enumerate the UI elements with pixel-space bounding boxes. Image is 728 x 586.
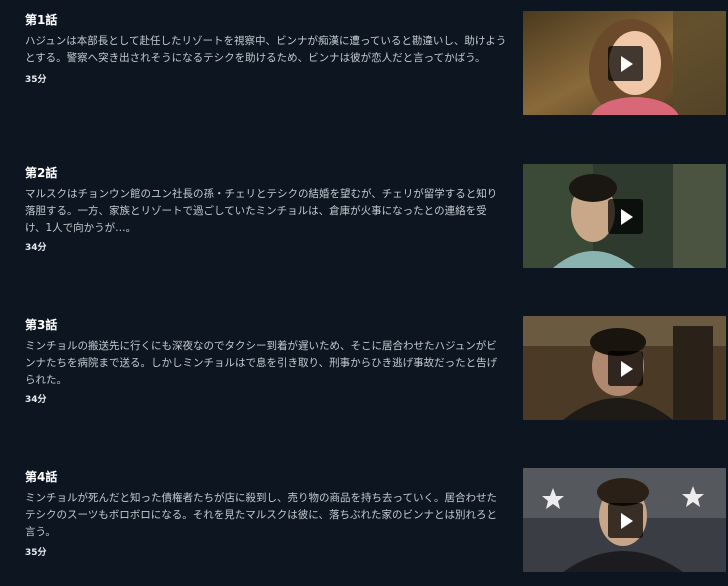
play-icon <box>620 360 633 377</box>
play-icon <box>620 208 633 225</box>
episode-thumbnail[interactable] <box>523 468 726 572</box>
episode-4: 第4話 ミンチョルが死んだと知った債権者たちが店に殺到し、売り物の商品を持ち去っ… <box>0 468 728 572</box>
episode-duration: 35分 <box>25 548 47 558</box>
episode-duration: 34分 <box>25 395 47 405</box>
play-button[interactable] <box>607 46 643 81</box>
play-button[interactable] <box>607 199 643 234</box>
episode-thumbnail[interactable] <box>523 164 726 268</box>
play-button[interactable] <box>607 351 643 386</box>
episode-title[interactable]: 第1話 <box>25 13 57 27</box>
episode-description: ミンチョルが死んだと知った債権者たちが店に殺到し、売り物の商品を持ち去っていく。… <box>25 492 497 538</box>
episode-duration: 34分 <box>25 243 47 253</box>
episode-title[interactable]: 第4話 <box>25 470 57 484</box>
episode-2: 第2話 マルスクはチョンウン館のユン社長の孫・チェリとテシクの結婚を望むが、チェ… <box>0 164 728 268</box>
episode-description: ハジュンは本部長として赴任したリゾートを視察中、ビンナが痴漢に遭っていると勘違い… <box>25 35 507 64</box>
episode-3: 第3話 ミンチョルの搬送先に行くにも深夜なのでタクシー到着が遅いため、そこに居合… <box>0 316 728 420</box>
episode-thumbnail[interactable] <box>523 11 726 115</box>
episode-title[interactable]: 第3話 <box>25 318 57 332</box>
episode-1: 第1話 ハジュンは本部長として赴任したリゾートを視察中、ビンナが痴漢に遭っている… <box>0 11 728 115</box>
episode-description: ミンチョルの搬送先に行くにも深夜なのでタクシー到着が遅いため、そこに居合わせたハ… <box>25 340 498 386</box>
episode-thumbnail[interactable] <box>523 316 726 420</box>
play-button[interactable] <box>607 503 643 538</box>
episode-duration: 35分 <box>25 75 47 85</box>
episode-title[interactable]: 第2話 <box>25 166 57 180</box>
episode-description: マルスクはチョンウン館のユン社長の孫・チェリとテシクの結婚を望むが、チェリが留学… <box>25 188 498 234</box>
play-icon <box>620 55 633 72</box>
play-icon <box>620 512 633 529</box>
